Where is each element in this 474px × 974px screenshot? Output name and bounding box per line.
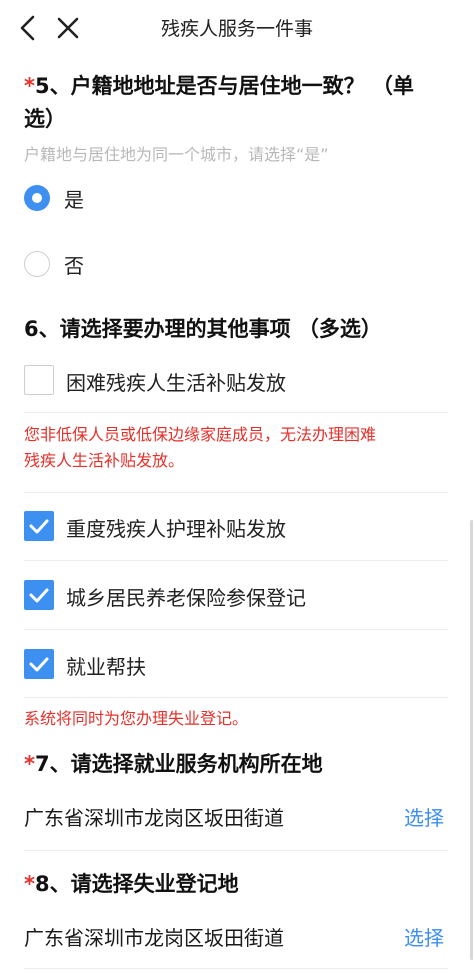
- checkbox-option-hardship-subsidy[interactable]: 困难残疾人生活补贴发放: [24, 363, 444, 397]
- checkbox-option-nursing-subsidy[interactable]: 重度残疾人护理补贴发放: [24, 509, 444, 543]
- radio-label-yes: 是: [64, 188, 84, 212]
- checkbox-checked-icon[interactable]: [24, 511, 54, 541]
- divider: [24, 968, 448, 969]
- required-star: *: [24, 872, 35, 896]
- employment-agency-location-row[interactable]: 广东省深圳市龙岗区坂田街道 选择: [24, 798, 448, 834]
- warning-line2: 残疾人生活补贴发放。: [24, 451, 185, 470]
- question-6-title: 6、请选择要办理的其他事项 （多选）: [24, 317, 382, 341]
- question-8-title: *8、请选择失业登记地: [24, 868, 239, 901]
- radio-option-no[interactable]: 否: [24, 248, 324, 280]
- question-7-title: *7、请选择就业服务机构所在地: [24, 748, 323, 781]
- checkbox-label: 困难残疾人生活补贴发放: [66, 371, 286, 395]
- question-5-title: *5、户籍地地址是否与居住地一致？ （单 选）: [24, 70, 454, 136]
- radio-option-yes[interactable]: 是: [24, 182, 324, 214]
- unemployment-registration-location-row[interactable]: 广东省深圳市龙岗区坂田街道 选择: [24, 918, 448, 954]
- divider: [24, 629, 448, 630]
- divider: [24, 697, 448, 698]
- checkbox-option-pension-insurance[interactable]: 城乡居民养老保险参保登记: [24, 578, 444, 612]
- scrollbar[interactable]: [470, 520, 473, 960]
- question-8-title-text: 8、请选择失业登记地: [34, 872, 239, 896]
- page-title: 残疾人服务一件事: [160, 18, 313, 40]
- question-5-hint: 户籍地与居住地为同一个城市，请选择“是”: [24, 145, 329, 164]
- divider: [24, 492, 448, 493]
- required-star: *: [24, 74, 35, 98]
- checkbox-label: 城乡居民养老保险参保登记: [66, 586, 306, 610]
- checkbox-option-employment-support[interactable]: 就业帮扶: [24, 647, 444, 681]
- radio-unselected-icon[interactable]: [24, 251, 50, 277]
- nav-bar: 残疾人服务一件事: [0, 0, 474, 56]
- question-7-title-text: 7、请选择就业服务机构所在地: [34, 752, 323, 776]
- select-employment-agency-button[interactable]: 选择: [404, 802, 444, 831]
- radio-selected-icon[interactable]: [24, 185, 50, 211]
- warning-message: 您非低保人员或低保边缘家庭成员，无法办理困难 残疾人生活补贴发放。: [24, 422, 454, 474]
- select-unemployment-registration-button[interactable]: 选择: [404, 922, 444, 951]
- checkbox-label: 就业帮扶: [66, 655, 146, 679]
- question-5-title-line2: 选）: [24, 107, 66, 131]
- employment-agency-location-value: 广东省深圳市龙岗区坂田街道: [24, 806, 284, 830]
- unemployment-registration-location-value: 广东省深圳市龙岗区坂田街道: [24, 926, 284, 950]
- radio-label-no: 否: [64, 254, 84, 278]
- question-5-title-line1: 5、户籍地地址是否与居住地一致？ （单: [34, 74, 414, 98]
- required-star: *: [24, 752, 35, 776]
- checkmark-icon: [29, 519, 49, 534]
- warning-line1: 您非低保人员或低保边缘家庭成员，无法办理困难: [24, 425, 377, 444]
- checkmark-icon: [29, 657, 49, 672]
- divider: [24, 850, 448, 851]
- checkbox-checked-icon[interactable]: [24, 649, 54, 679]
- divider: [24, 560, 448, 561]
- checkmark-icon: [29, 588, 49, 603]
- checkbox-label: 重度残疾人护理补贴发放: [66, 517, 286, 541]
- divider: [24, 412, 448, 413]
- checkbox-unchecked-icon[interactable]: [24, 365, 54, 395]
- notice-message: 系统将同时为您办理失业登记。: [24, 709, 249, 728]
- checkbox-checked-icon[interactable]: [24, 580, 54, 610]
